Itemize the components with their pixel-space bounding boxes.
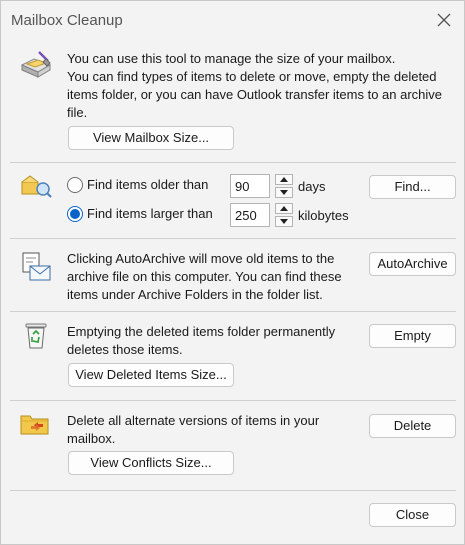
recycle-bin-icon [25, 323, 47, 349]
autoarchive-icon [22, 252, 51, 281]
kilobytes-unit-label: kilobytes [298, 208, 349, 223]
larger-than-label: Find items larger than [87, 206, 213, 221]
older-than-radio[interactable] [67, 177, 83, 193]
separator [10, 400, 456, 401]
alternate-versions-text: Delete all alternate versions of items i… [67, 413, 320, 446]
empty-button[interactable]: Empty [369, 324, 456, 348]
view-mailbox-size-button[interactable]: View Mailbox Size... [68, 126, 234, 150]
view-conflicts-size-button[interactable]: View Conflicts Size... [68, 451, 234, 475]
separator [10, 311, 456, 312]
close-button[interactable]: Close [369, 503, 456, 527]
spin-up-arrow-icon[interactable] [275, 174, 293, 185]
autoarchive-button[interactable]: AutoArchive [369, 252, 456, 276]
view-deleted-items-size-button[interactable]: View Deleted Items Size... [68, 363, 234, 387]
older-than-label: Find items older than [87, 177, 209, 192]
spin-up-arrow-icon[interactable] [275, 203, 293, 214]
find-items-icon [21, 175, 52, 198]
intro-text: You can use this tool to manage the size… [67, 51, 396, 66]
autoarchive-text: Clicking AutoArchive will move old items… [67, 251, 342, 302]
older-than-days-input[interactable] [230, 174, 270, 198]
days-unit-label: days [298, 179, 326, 194]
dialog-title: Mailbox Cleanup [11, 12, 123, 29]
close-icon[interactable] [430, 7, 458, 33]
spin-down-arrow-icon[interactable] [275, 187, 293, 198]
empty-deleted-text: Emptying the deleted items folder perman… [67, 324, 336, 357]
spin-down-arrow-icon[interactable] [275, 216, 293, 227]
separator [10, 162, 456, 163]
delete-button[interactable]: Delete [369, 414, 456, 438]
conflicts-folder-icon [20, 415, 49, 435]
separator [10, 490, 456, 491]
intro-description: You can find types of items to delete or… [67, 69, 443, 120]
mailbox-cleanup-dialog: Mailbox Cleanup You can use this tool to… [0, 0, 465, 545]
find-button[interactable]: Find... [369, 175, 456, 199]
larger-than-kb-input[interactable] [230, 203, 270, 227]
larger-than-radio[interactable] [67, 206, 83, 222]
title-bar: Mailbox Cleanup [1, 1, 464, 39]
mailbox-cleanup-icon [20, 51, 52, 78]
separator [10, 238, 456, 239]
larger-than-spinner[interactable] [275, 203, 293, 227]
older-than-spinner[interactable] [275, 174, 293, 198]
